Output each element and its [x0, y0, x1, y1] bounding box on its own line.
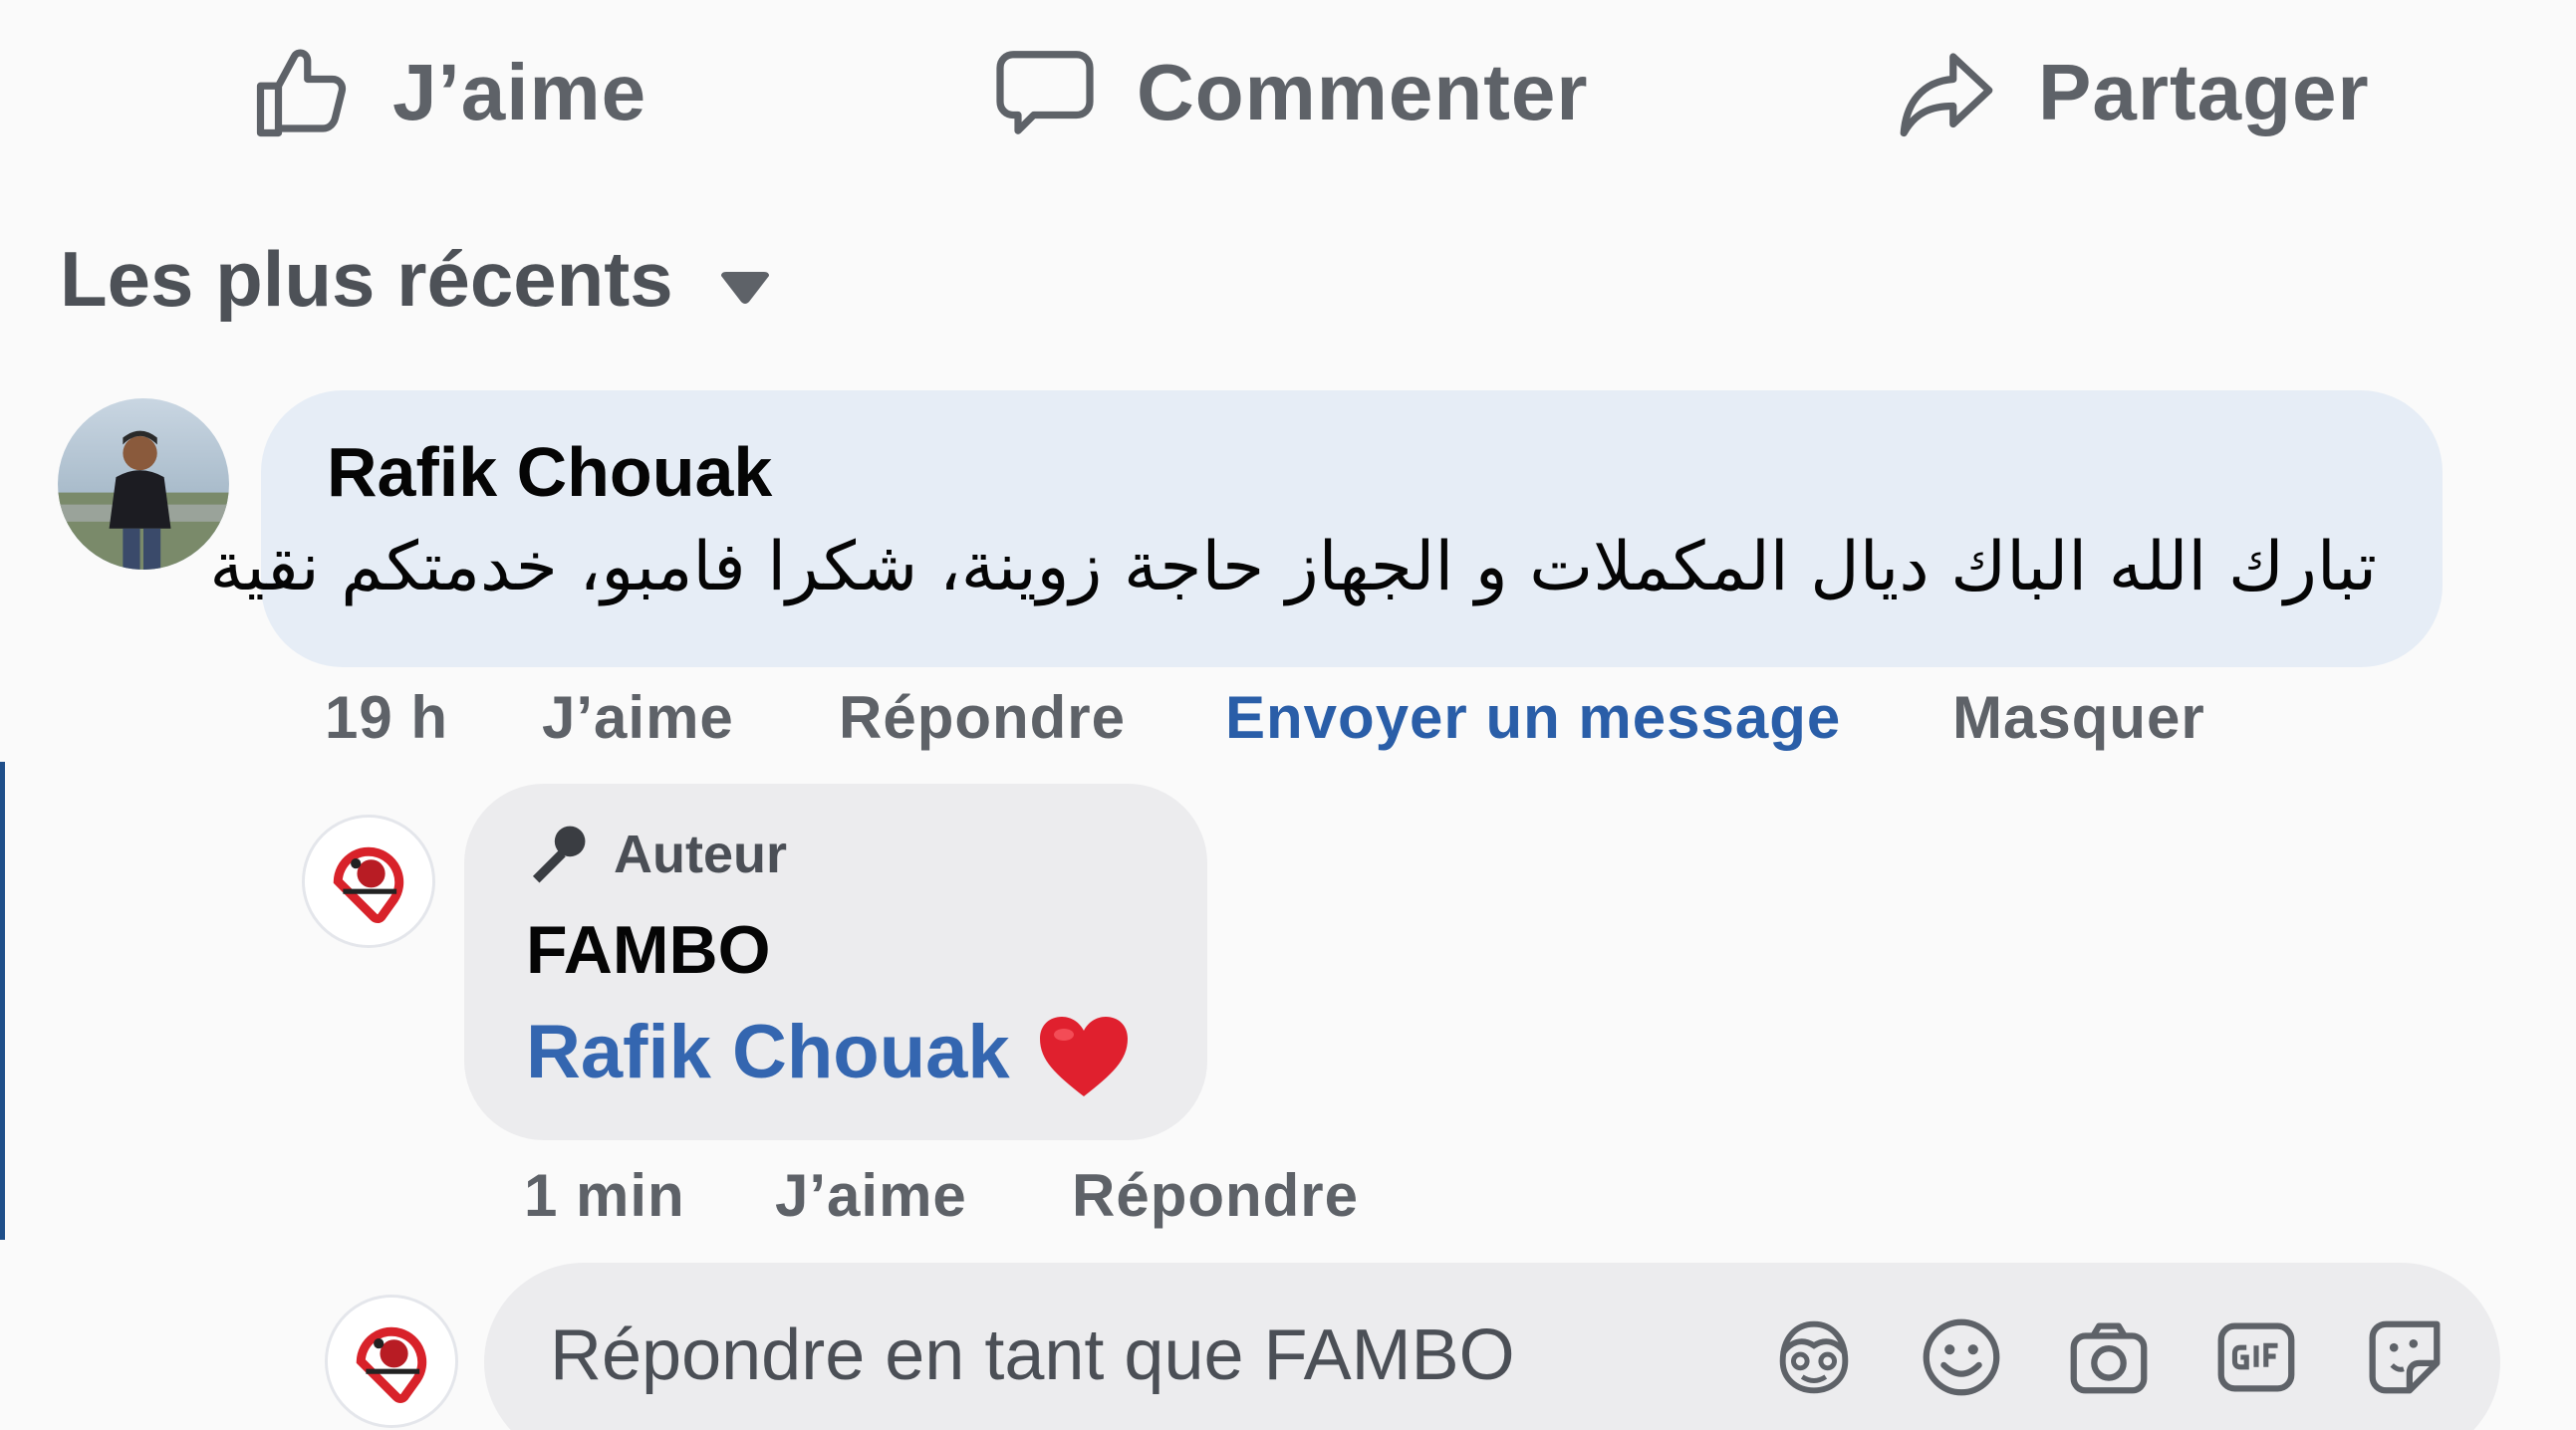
like-action-button[interactable]: J’aime — [247, 28, 646, 157]
send-message-link[interactable]: Envoyer un message — [1225, 683, 1841, 752]
comment-text: تبارك الله الباك ديال المكملات و الجهاز … — [209, 528, 2377, 606]
smiley-icon — [1923, 1318, 2000, 1396]
fambo-avatar[interactable] — [302, 815, 435, 948]
reply-author[interactable]: FAMBO — [526, 911, 771, 989]
avatar-sticker-icon — [328, 1298, 455, 1425]
mention-link[interactable]: Rafik Chouak — [526, 1009, 1010, 1095]
sort-dropdown[interactable]: Les plus récents — [60, 224, 771, 334]
comment-action-label: Commenter — [1137, 48, 1589, 136]
comment-like-button[interactable]: J’aime — [542, 683, 734, 752]
comment-bubble: Rafik Chouak تبارك الله الباك ديال المكم… — [209, 390, 2443, 667]
gif-button[interactable] — [2209, 1311, 2303, 1404]
avatar-sticker-button[interactable] — [1767, 1311, 1861, 1404]
author-badge: Auteur — [522, 820, 787, 889]
comment-reply-button[interactable]: Répondre — [839, 683, 1126, 752]
avatar-sticker-icon — [305, 818, 432, 945]
sticker-button[interactable] — [2357, 1311, 2450, 1404]
comment-section: J’aime Commenter Partager Les plus récen… — [0, 0, 2576, 1430]
avatar-sticker-icon — [1779, 1320, 1849, 1394]
author-badge-label: Auteur — [614, 825, 787, 884]
share-action-button[interactable]: Partager — [1893, 28, 2370, 157]
caret-down-icon — [720, 272, 769, 304]
comment-author[interactable]: Rafik Chouak — [327, 432, 772, 512]
reply-like-button[interactable]: J’aime — [775, 1161, 967, 1230]
sticker-icon — [2369, 1320, 2441, 1394]
reply-composer[interactable]: Répondre en tant que FAMBO — [484, 1263, 2500, 1430]
reply-bubble: Auteur FAMBO Rafik Chouak — [464, 784, 1207, 1140]
thumbs-up-icon — [256, 49, 347, 137]
reply-content: Rafik Chouak — [526, 1003, 1132, 1100]
share-action-label: Partager — [2038, 48, 2370, 136]
comment-timestamp[interactable]: 19 h — [325, 683, 448, 752]
reply-timestamp[interactable]: 1 min — [524, 1161, 685, 1230]
gif-icon — [2217, 1322, 2295, 1392]
sort-label: Les plus récents — [60, 234, 673, 323]
commenter-avatar[interactable] — [58, 398, 229, 570]
profile-photo — [58, 398, 229, 570]
hide-comment-button[interactable]: Masquer — [1952, 683, 2205, 752]
composer-placeholder: Répondre en tant que FAMBO — [550, 1315, 1515, 1395]
camera-button[interactable] — [2062, 1311, 2156, 1404]
comment-action-button[interactable]: Commenter — [991, 28, 1589, 157]
red-heart-emoji — [1039, 1017, 1128, 1096]
microphone-icon — [532, 826, 586, 883]
camera-icon — [2070, 1322, 2148, 1394]
composer-avatar — [325, 1295, 458, 1428]
share-arrow-icon — [1900, 53, 1993, 137]
speech-bubble-icon — [996, 51, 1094, 134]
emoji-button[interactable] — [1915, 1311, 2008, 1404]
reply-reply-button[interactable]: Répondre — [1072, 1161, 1359, 1230]
left-edge-line — [0, 762, 5, 1240]
like-action-label: J’aime — [392, 48, 647, 136]
